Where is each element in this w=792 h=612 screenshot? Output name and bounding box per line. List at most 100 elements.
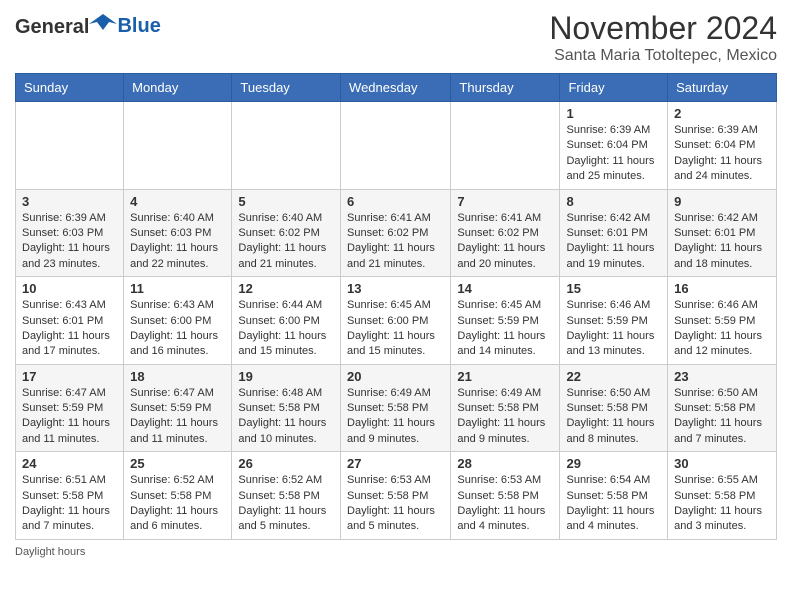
weekday-header-friday: Friday [560,74,668,102]
location: Santa Maria Totoltepec, Mexico [549,47,777,65]
day-info: Sunrise: 6:39 AM Sunset: 6:04 PM Dayligh… [674,123,770,185]
day-number: 7 [457,194,553,209]
day-number: 22 [566,369,661,384]
day-info: Sunrise: 6:51 AM Sunset: 5:58 PM Dayligh… [22,473,117,535]
day-number: 4 [130,194,225,209]
calendar-cell: 29Sunrise: 6:54 AM Sunset: 5:58 PM Dayli… [560,452,668,540]
calendar-cell: 6Sunrise: 6:41 AM Sunset: 6:02 PM Daylig… [341,189,451,277]
calendar-cell [341,102,451,190]
calendar-cell: 27 Sunrise: 6:53 AM Sunset: 5:58 PM Dayli… [341,452,451,540]
calendar-cell: 7 Sunrise: 6:41 AM Sunset: 6:02 PM Daylig… [451,189,560,277]
weekday-header-sunday: Sunday [16,74,124,102]
calendar-cell [232,102,341,190]
calendar-cell: 30 Sunrise: 6:55 AM Sunset: 5:58 PM Dayli… [668,452,777,540]
weekday-header-thursday: Thursday [451,74,560,102]
day-number: 26 [238,456,334,471]
day-info: Sunrise: 6:44 AM Sunset: 6:00 PM Dayligh… [238,298,334,360]
day-number: 17 [22,369,117,384]
calendar-cell: 16 Sunrise: 6:46 AM Sunset: 5:59 PM Dayli… [668,277,777,365]
week-row-4: 24Sunrise: 6:51 AM Sunset: 5:58 PM Dayli… [16,452,777,540]
day-number: 18 [130,369,225,384]
day-info: Sunrise: 6:50 AM Sunset: 5:58 PM Dayligh… [674,386,770,448]
weekday-header-wednesday: Wednesday [341,74,451,102]
calendar-cell: 9Sunrise: 6:42 AM Sunset: 6:01 PM Daylig… [668,189,777,277]
day-number: 1 [566,106,661,121]
calendar-cell: 4Sunrise: 6:40 AM Sunset: 6:03 PM Daylig… [124,189,232,277]
calendar-table: SundayMondayTuesdayWednesdayThursdayFrid… [15,73,777,540]
day-number: 5 [238,194,334,209]
day-number: 28 [457,456,553,471]
week-row-1: 3 Sunrise: 6:39 AM Sunset: 6:03 PM Daylig… [16,189,777,277]
day-info: Sunrise: 6:52 AM Sunset: 5:58 PM Dayligh… [130,473,225,535]
day-info: Sunrise: 6:41 AM Sunset: 6:02 PM Dayligh… [457,211,553,273]
calendar-cell: 10Sunrise: 6:43 AM Sunset: 6:01 PM Dayli… [16,277,124,365]
logo-bird-icon [89,10,117,38]
calendar-cell: 13 Sunrise: 6:45 AM Sunset: 6:00 PM Dayli… [341,277,451,365]
day-number: 19 [238,369,334,384]
day-info: Sunrise: 6:41 AM Sunset: 6:02 PM Dayligh… [347,211,444,273]
day-info: Sunrise: 6:46 AM Sunset: 5:59 PM Dayligh… [674,298,770,360]
day-number: 25 [130,456,225,471]
title-area: November 2024 Santa Maria Totoltepec, Me… [549,10,777,65]
calendar-cell: 2 Sunrise: 6:39 AM Sunset: 6:04 PM Daylig… [668,102,777,190]
calendar-cell: 25 Sunrise: 6:52 AM Sunset: 5:58 PM Dayli… [124,452,232,540]
page-container: General Blue November 2024 Santa Maria T… [0,0,792,568]
weekday-header-monday: Monday [124,74,232,102]
day-number: 29 [566,456,661,471]
logo-blue: Blue [117,15,160,37]
day-number: 3 [22,194,117,209]
calendar-cell [16,102,124,190]
calendar-cell: 17 Sunrise: 6:47 AM Sunset: 5:59 PM Dayli… [16,364,124,452]
day-info: Sunrise: 6:42 AM Sunset: 6:01 PM Dayligh… [674,211,770,273]
day-info: Sunrise: 6:49 AM Sunset: 5:58 PM Dayligh… [457,386,553,448]
day-info: Sunrise: 6:39 AM Sunset: 6:03 PM Dayligh… [22,211,117,273]
day-info: Sunrise: 6:47 AM Sunset: 5:59 PM Dayligh… [130,386,225,448]
day-info: Sunrise: 6:50 AM Sunset: 5:58 PM Dayligh… [566,386,661,448]
calendar-cell: 8Sunrise: 6:42 AM Sunset: 6:01 PM Daylig… [560,189,668,277]
day-number: 27 [347,456,444,471]
day-number: 23 [674,369,770,384]
calendar-cell: 26 Sunrise: 6:52 AM Sunset: 5:58 PM Dayli… [232,452,341,540]
day-number: 11 [130,281,225,296]
day-number: 21 [457,369,553,384]
logo: General Blue [15,10,161,43]
weekday-header-row: SundayMondayTuesdayWednesdayThursdayFrid… [16,74,777,102]
weekday-header-tuesday: Tuesday [232,74,341,102]
calendar-cell: 5 Sunrise: 6:40 AM Sunset: 6:02 PM Daylig… [232,189,341,277]
day-number: 20 [347,369,444,384]
day-info: Sunrise: 6:53 AM Sunset: 5:58 PM Dayligh… [457,473,553,535]
day-info: Sunrise: 6:55 AM Sunset: 5:58 PM Dayligh… [674,473,770,535]
calendar-cell: 28 Sunrise: 6:53 AM Sunset: 5:58 PM Dayli… [451,452,560,540]
day-info: Sunrise: 6:52 AM Sunset: 5:58 PM Dayligh… [238,473,334,535]
day-info: Sunrise: 6:40 AM Sunset: 6:02 PM Dayligh… [238,211,334,273]
day-number: 14 [457,281,553,296]
week-row-2: 10Sunrise: 6:43 AM Sunset: 6:01 PM Dayli… [16,277,777,365]
calendar-cell [124,102,232,190]
day-number: 13 [347,281,444,296]
footer-note: Daylight hours [15,546,777,558]
day-info: Sunrise: 6:53 AM Sunset: 5:58 PM Dayligh… [347,473,444,535]
week-row-3: 17 Sunrise: 6:47 AM Sunset: 5:59 PM Dayli… [16,364,777,452]
day-info: Sunrise: 6:39 AM Sunset: 6:04 PM Dayligh… [566,123,661,185]
calendar-cell: 23 Sunrise: 6:50 AM Sunset: 5:58 PM Dayli… [668,364,777,452]
calendar-cell: 12Sunrise: 6:44 AM Sunset: 6:00 PM Dayli… [232,277,341,365]
calendar-cell: 11 Sunrise: 6:43 AM Sunset: 6:00 PM Dayli… [124,277,232,365]
day-number: 16 [674,281,770,296]
day-number: 2 [674,106,770,121]
day-info: Sunrise: 6:48 AM Sunset: 5:58 PM Dayligh… [238,386,334,448]
weekday-header-saturday: Saturday [668,74,777,102]
calendar-cell: 15Sunrise: 6:46 AM Sunset: 5:59 PM Dayli… [560,277,668,365]
calendar-cell: 18 Sunrise: 6:47 AM Sunset: 5:59 PM Dayli… [124,364,232,452]
day-number: 30 [674,456,770,471]
day-number: 15 [566,281,661,296]
calendar-cell: 24Sunrise: 6:51 AM Sunset: 5:58 PM Dayli… [16,452,124,540]
month-title: November 2024 [549,10,777,47]
day-info: Sunrise: 6:43 AM Sunset: 6:00 PM Dayligh… [130,298,225,360]
day-info: Sunrise: 6:47 AM Sunset: 5:59 PM Dayligh… [22,386,117,448]
calendar-cell: 1 Sunrise: 6:39 AM Sunset: 6:04 PM Daylig… [560,102,668,190]
calendar-cell: 14Sunrise: 6:45 AM Sunset: 5:59 PM Dayli… [451,277,560,365]
day-info: Sunrise: 6:45 AM Sunset: 6:00 PM Dayligh… [347,298,444,360]
header: General Blue November 2024 Santa Maria T… [15,10,777,65]
calendar-cell: 22 Sunrise: 6:50 AM Sunset: 5:58 PM Dayli… [560,364,668,452]
day-number: 8 [566,194,661,209]
